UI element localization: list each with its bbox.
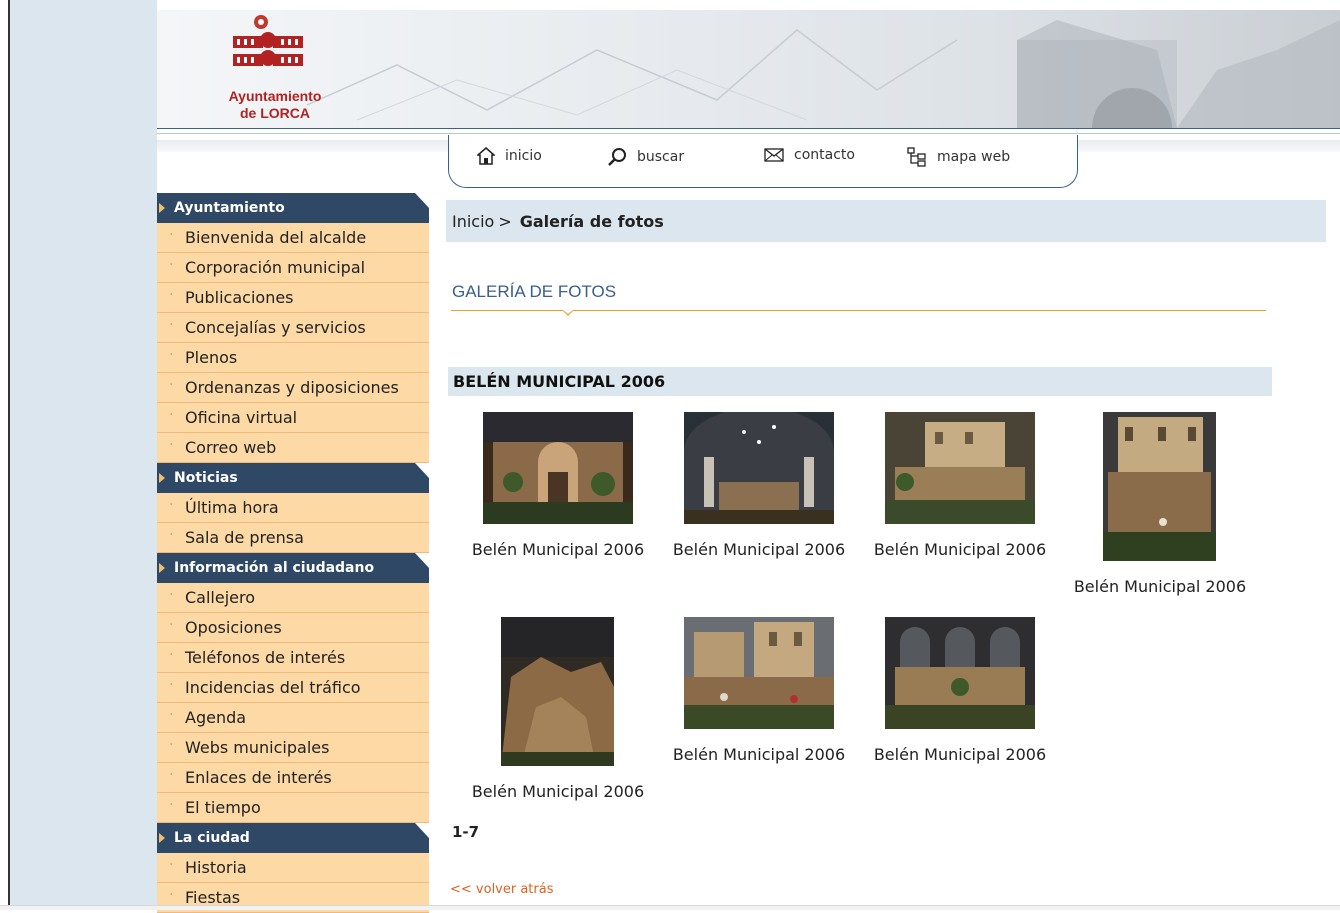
nativity-photo-3 (885, 412, 1035, 524)
photo-caption: Belén Municipal 2006 (672, 745, 846, 764)
logo-text-line2: de LORCA (240, 105, 310, 121)
nativity-photo-1 (483, 412, 633, 524)
page-title: GALERÍA DE FOTOS (452, 282, 617, 301)
sidebar-item-webs-municipales[interactable]: Webs municipales (157, 733, 429, 763)
nativity-photo-7 (885, 617, 1035, 729)
breadcrumb-separator: > (498, 211, 512, 231)
nav-strip-right (1076, 140, 1340, 152)
photo-caption: Belén Municipal 2006 (471, 782, 645, 801)
nav-mapa-web[interactable]: mapa web (907, 147, 1010, 167)
sidebar-item-oposiciones[interactable]: Oposiciones (157, 613, 429, 643)
header-rule-thin (157, 133, 1340, 134)
sidebar-item-agenda[interactable]: Agenda (157, 703, 429, 733)
sidebar-item-correo-web[interactable]: Correo web (157, 433, 429, 463)
nativity-photo-2 (684, 407, 834, 524)
nativity-photo-6 (684, 617, 834, 729)
left-margin-band (10, 0, 157, 909)
nav-inicio[interactable]: inicio (477, 147, 542, 165)
sidebar-item-el-tiempo[interactable]: El tiempo (157, 793, 429, 823)
sidebar-item-telefonos[interactable]: Teléfonos de interés (157, 643, 429, 673)
home-icon (477, 147, 495, 165)
sitemap-icon (907, 147, 926, 167)
sidebar-item-ultima-hora[interactable]: Última hora (157, 493, 429, 523)
top-navigation: inicio buscar contacto mapa web (448, 135, 1078, 188)
nav-contacto[interactable]: contacto (764, 147, 855, 163)
photo-thumbnail[interactable] (483, 412, 633, 528)
sidebar-item-sala-prensa[interactable]: Sala de prensa (157, 523, 429, 553)
nav-inicio-label: inicio (505, 148, 542, 164)
sidebar-section-informacion[interactable]: Información al ciudadano (157, 553, 429, 583)
photo-caption: Belén Municipal 2006 (1073, 577, 1247, 596)
nativity-photo-5 (501, 617, 614, 766)
crown-emblem-icon (233, 15, 303, 66)
nav-contacto-label: contacto (794, 147, 855, 163)
photo-thumbnail[interactable] (885, 617, 1035, 733)
photo-thumbnail[interactable] (501, 617, 614, 770)
sidebar-item-publicaciones[interactable]: Publicaciones (157, 283, 429, 313)
album-title: BELÉN MUNICIPAL 2006 (448, 367, 1272, 396)
sidebar-item-bienvenida[interactable]: Bienvenida del alcalde (157, 223, 429, 253)
breadcrumb: Inicio > Galería de fotos (446, 200, 1326, 242)
photo-caption: Belén Municipal 2006 (873, 745, 1047, 764)
nav-buscar-label: buscar (637, 149, 685, 165)
photo-thumbnail[interactable] (1103, 412, 1216, 565)
envelope-icon (764, 148, 784, 162)
sidebar-item-historia[interactable]: Historia (157, 853, 429, 883)
sidebar-item-ordenanzas[interactable]: Ordenanzas y diposiciones (157, 373, 429, 403)
breadcrumb-current: Galería de fotos (519, 211, 664, 231)
photo-caption: Belén Municipal 2006 (672, 540, 846, 559)
photo-thumbnail[interactable] (684, 617, 834, 733)
nativity-photo-4 (1103, 412, 1216, 561)
status-bar-edge (0, 905, 1340, 910)
sidebar-item-corporacion[interactable]: Corporación municipal (157, 253, 429, 283)
back-link[interactable]: << volver atrás (450, 882, 554, 897)
nav-buscar[interactable]: buscar (607, 147, 684, 167)
header-rule (157, 128, 1340, 129)
nav-strip-left (157, 140, 448, 152)
sidebar-item-enlaces[interactable]: Enlaces de interés (157, 763, 429, 793)
sidebar-section-la-ciudad[interactable]: La ciudad (157, 823, 429, 853)
logo-text-line1: Ayuntamiento (228, 88, 322, 104)
photo-thumbnail[interactable] (885, 412, 1035, 528)
sidebar-item-incidencias[interactable]: Incidencias del tráfico (157, 673, 429, 703)
nav-mapa-web-label: mapa web (937, 149, 1011, 165)
sidebar-item-oficina-virtual[interactable]: Oficina virtual (157, 403, 429, 433)
photo-caption: Belén Municipal 2006 (873, 540, 1047, 559)
pagination-range: 1-7 (452, 823, 480, 841)
sidebar-section-ayuntamiento[interactable]: Ayuntamiento (157, 193, 429, 223)
photo-caption: Belén Municipal 2006 (471, 540, 645, 559)
title-notch-inner (563, 310, 573, 314)
sidebar-item-plenos[interactable]: Plenos (157, 343, 429, 373)
sidebar-item-callejero[interactable]: Callejero (157, 583, 429, 613)
sidebar-section-noticias[interactable]: Noticias (157, 463, 429, 493)
city-logo[interactable]: Ayuntamiento de LORCA (215, 12, 335, 124)
sidebar-item-concejalias[interactable]: Concejalías y servicios (157, 313, 429, 343)
photo-thumbnail[interactable] (684, 407, 834, 528)
breadcrumb-home-link[interactable]: Inicio (452, 212, 494, 231)
sidebar-menu: Ayuntamiento Bienvenida del alcalde Corp… (157, 193, 429, 913)
magnifier-icon (608, 148, 626, 166)
